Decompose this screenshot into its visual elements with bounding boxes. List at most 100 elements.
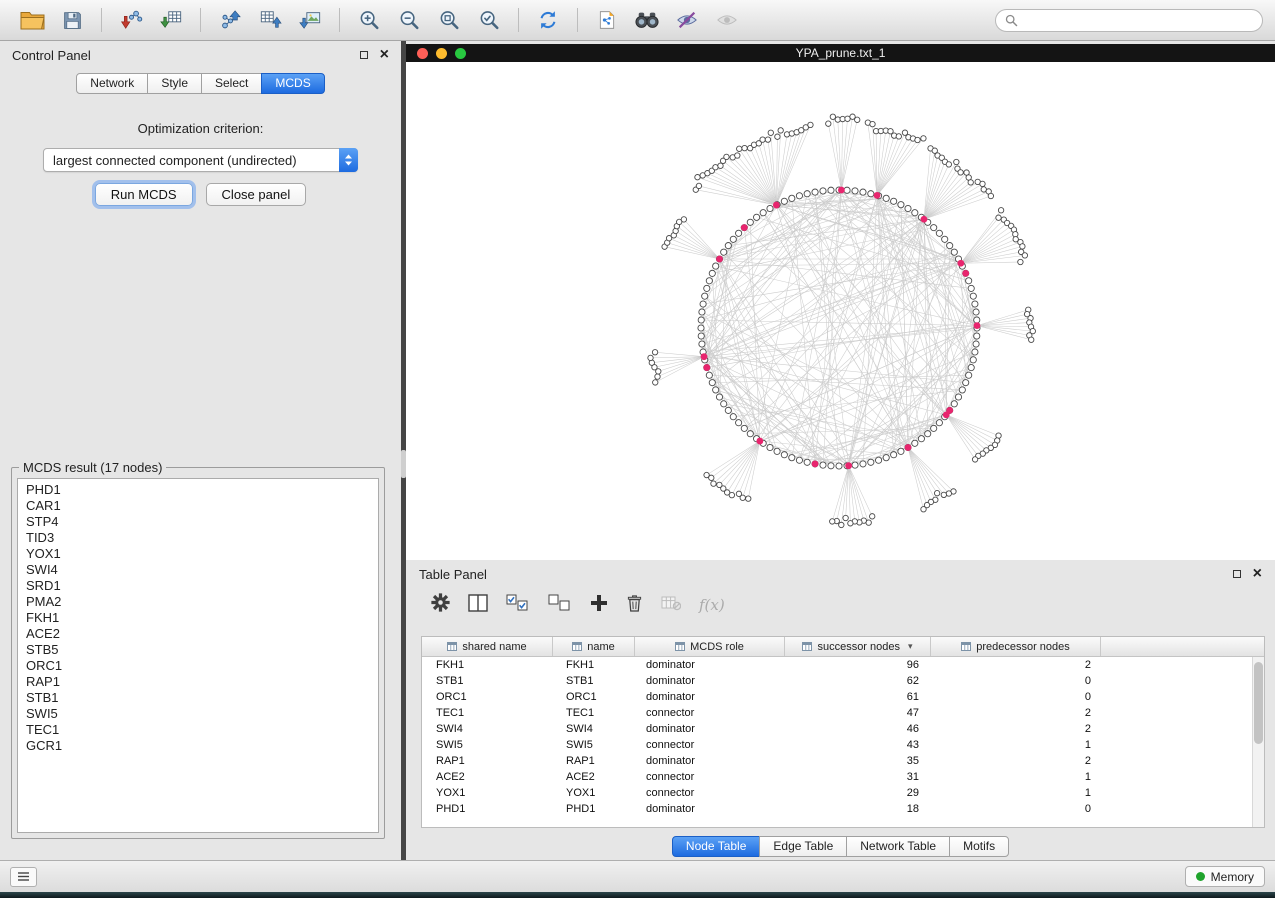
mcds-result-item[interactable]: TID3 bbox=[18, 530, 378, 546]
mcds-result-item[interactable]: CAR1 bbox=[18, 498, 378, 514]
show-all-button[interactable] bbox=[707, 4, 747, 36]
search-input[interactable] bbox=[1023, 13, 1253, 27]
table-cell: ORC1 bbox=[422, 689, 553, 705]
float-panel-icon[interactable] bbox=[1233, 570, 1241, 578]
mcds-result-item[interactable]: YOX1 bbox=[18, 546, 378, 562]
table-row[interactable]: STB1STB1dominator620 bbox=[422, 673, 1252, 689]
mcds-result-item[interactable]: STB5 bbox=[18, 642, 378, 658]
mcds-result-item[interactable]: FKH1 bbox=[18, 610, 378, 626]
maximize-window-icon[interactable] bbox=[455, 48, 466, 59]
optimization-criterion-label: Optimization criterion: bbox=[0, 121, 401, 136]
import-network-button[interactable] bbox=[111, 4, 151, 36]
table-cell: 2 bbox=[931, 657, 1101, 673]
close-window-icon[interactable] bbox=[417, 48, 428, 59]
mcds-result-item[interactable]: TEC1 bbox=[18, 722, 378, 738]
tab-select[interactable]: Select bbox=[201, 73, 262, 94]
run-mcds-button[interactable]: Run MCDS bbox=[95, 183, 193, 206]
sort-chevron-icon[interactable]: ▾ bbox=[908, 641, 913, 652]
eye-slash-icon bbox=[676, 9, 698, 31]
refresh-button[interactable] bbox=[528, 4, 568, 36]
control-panel: Control Panel × Network Style Select MCD… bbox=[0, 41, 401, 860]
window-controls bbox=[417, 48, 466, 59]
deselect-all-columns-button[interactable] bbox=[548, 594, 572, 617]
mcds-result-item[interactable]: SRD1 bbox=[18, 578, 378, 594]
tab-mcds[interactable]: MCDS bbox=[261, 73, 324, 94]
mcds-result-item[interactable]: PMA2 bbox=[18, 594, 378, 610]
table-row[interactable]: RAP1RAP1dominator352 bbox=[422, 753, 1252, 769]
optimization-criterion-select[interactable]: largest connected component (undirected) bbox=[43, 148, 358, 172]
export-image-button[interactable] bbox=[290, 4, 330, 36]
save-session-button[interactable] bbox=[52, 4, 92, 36]
column-header-mcds-role[interactable]: MCDS role bbox=[635, 637, 785, 656]
show-columns-button[interactable] bbox=[468, 594, 488, 617]
table-row[interactable]: SWI4SWI4dominator462 bbox=[422, 721, 1252, 737]
tab-style[interactable]: Style bbox=[147, 73, 202, 94]
mcds-result-item[interactable]: ORC1 bbox=[18, 658, 378, 674]
export-network-button[interactable] bbox=[210, 4, 250, 36]
export-table-button[interactable] bbox=[250, 4, 290, 36]
share-document-button[interactable] bbox=[587, 4, 627, 36]
network-canvas[interactable] bbox=[406, 62, 1275, 560]
mcds-result-item[interactable]: PHD1 bbox=[18, 482, 378, 498]
tab-network[interactable]: Network bbox=[76, 73, 148, 94]
zoom-fit-button[interactable] bbox=[429, 4, 469, 36]
checked-boxes-icon bbox=[506, 594, 530, 612]
main-toolbar bbox=[0, 0, 1275, 41]
trash-icon bbox=[626, 593, 643, 612]
table-row[interactable]: ACE2ACE2connector311 bbox=[422, 769, 1252, 785]
import-table-button[interactable] bbox=[151, 4, 191, 36]
delete-column-button[interactable] bbox=[626, 593, 643, 617]
table-row[interactable]: FKH1FKH1dominator962 bbox=[422, 657, 1252, 673]
table-row[interactable]: PHD1PHD1dominator180 bbox=[422, 801, 1252, 817]
hide-selected-button[interactable] bbox=[667, 4, 707, 36]
table-scrollbar[interactable] bbox=[1252, 657, 1264, 827]
table-settings-button[interactable] bbox=[431, 593, 450, 617]
selected-criterion: largest connected component (undirected) bbox=[53, 153, 297, 168]
search-box[interactable] bbox=[995, 9, 1263, 32]
task-history-button[interactable] bbox=[10, 867, 37, 887]
column-header-successor-nodes[interactable]: successor nodes ▾ bbox=[785, 637, 931, 656]
table-cell: 0 bbox=[931, 689, 1101, 705]
memory-button[interactable]: Memory bbox=[1185, 866, 1265, 887]
mcds-result-item[interactable]: SWI5 bbox=[18, 706, 378, 722]
open-network-button[interactable] bbox=[12, 4, 52, 36]
table-cell: connector bbox=[635, 737, 785, 753]
mcds-result-item[interactable]: GCR1 bbox=[18, 738, 378, 754]
table-cell: dominator bbox=[635, 753, 785, 769]
create-column-button[interactable] bbox=[590, 594, 608, 617]
mcds-result-list[interactable]: PHD1CAR1STP4TID3YOX1SWI4SRD1PMA2FKH1ACE2… bbox=[17, 478, 379, 833]
zoom-out-button[interactable] bbox=[389, 4, 429, 36]
column-header-name[interactable]: name bbox=[553, 637, 635, 656]
zoom-selected-button[interactable] bbox=[469, 4, 509, 36]
float-panel-icon[interactable] bbox=[360, 51, 368, 59]
column-header-predecessor-nodes[interactable]: predecessor nodes bbox=[931, 637, 1101, 656]
close-panel-button[interactable]: Close panel bbox=[206, 183, 307, 206]
table-cell: 2 bbox=[931, 721, 1101, 737]
mcds-result-item[interactable]: SWI4 bbox=[18, 562, 378, 578]
zoom-in-button[interactable] bbox=[349, 4, 389, 36]
close-panel-icon[interactable]: × bbox=[1253, 566, 1262, 582]
scrollbar-thumb[interactable] bbox=[1254, 662, 1263, 744]
table-row[interactable]: TEC1TEC1connector472 bbox=[422, 705, 1252, 721]
close-panel-icon[interactable]: × bbox=[380, 47, 389, 63]
table-row[interactable]: YOX1YOX1connector291 bbox=[422, 785, 1252, 801]
network-graph[interactable] bbox=[406, 62, 1275, 560]
select-all-columns-button[interactable] bbox=[506, 594, 530, 617]
binoculars-icon bbox=[635, 10, 659, 30]
network-titlebar: YPA_prune.txt_1 bbox=[406, 44, 1275, 62]
table-row[interactable]: ORC1ORC1dominator610 bbox=[422, 689, 1252, 705]
table-row[interactable]: SWI5SWI5connector431 bbox=[422, 737, 1252, 753]
mcds-result-item[interactable]: RAP1 bbox=[18, 674, 378, 690]
table-cell: PHD1 bbox=[553, 801, 635, 817]
tab-network-table[interactable]: Network Table bbox=[846, 836, 950, 857]
tab-node-table[interactable]: Node Table bbox=[672, 836, 761, 857]
table-cell: TEC1 bbox=[422, 705, 553, 721]
tab-motifs[interactable]: Motifs bbox=[949, 836, 1009, 857]
mcds-result-item[interactable]: STP4 bbox=[18, 514, 378, 530]
mcds-result-item[interactable]: STB1 bbox=[18, 690, 378, 706]
minimize-window-icon[interactable] bbox=[436, 48, 447, 59]
find-button[interactable] bbox=[627, 4, 667, 36]
mcds-result-item[interactable]: ACE2 bbox=[18, 626, 378, 642]
column-header-shared-name[interactable]: shared name bbox=[422, 637, 553, 656]
tab-edge-table[interactable]: Edge Table bbox=[759, 836, 847, 857]
